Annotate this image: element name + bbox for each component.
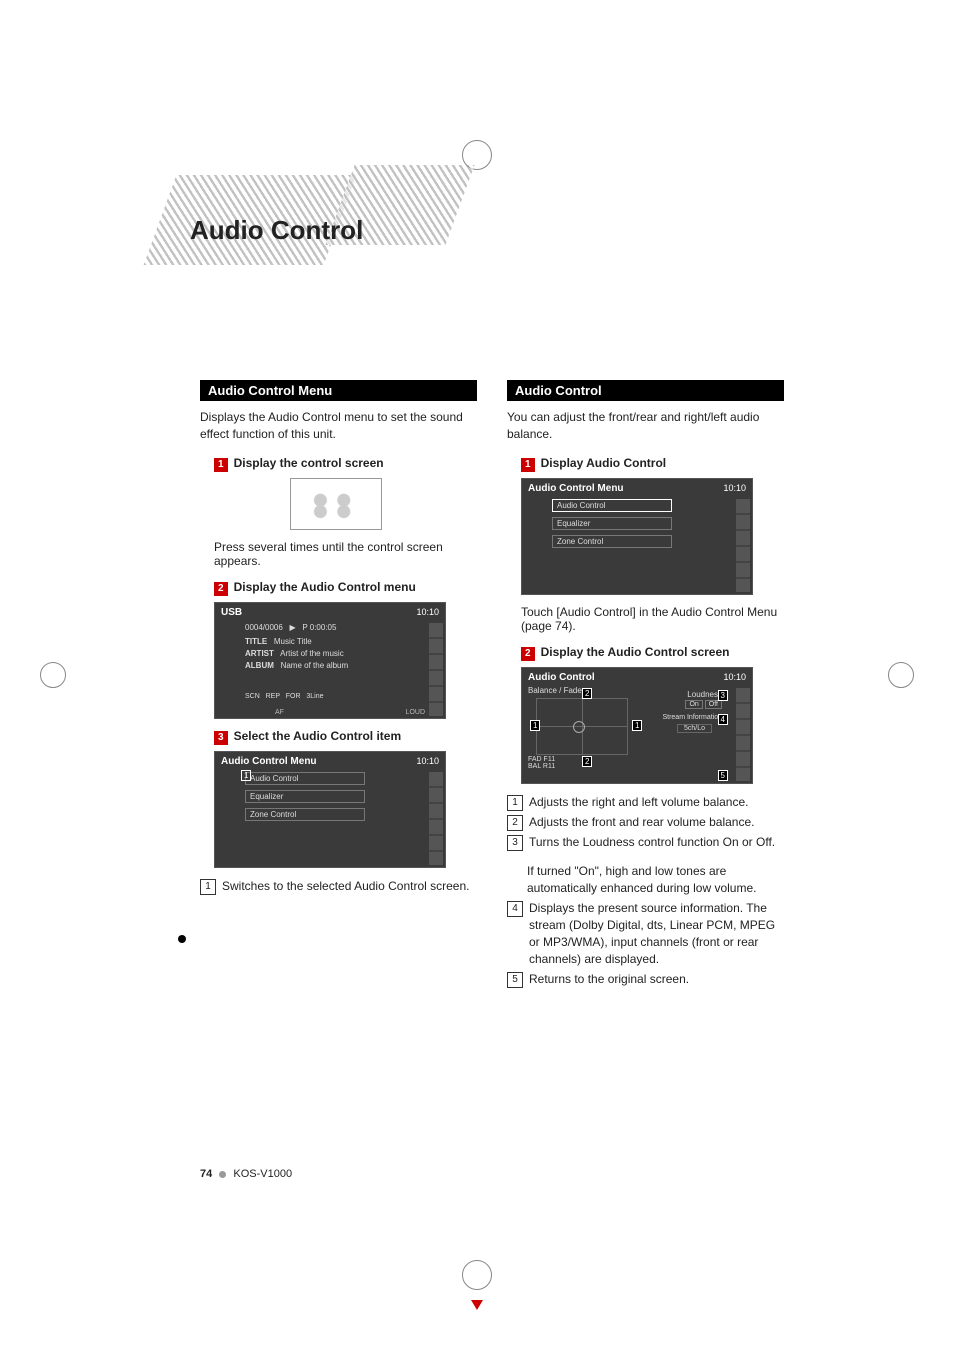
step-number: 1 bbox=[521, 458, 535, 472]
menu-item: Zone Control bbox=[552, 535, 672, 548]
callout-number: 4 bbox=[507, 901, 523, 917]
play-time: P 0:00:05 bbox=[302, 623, 336, 632]
step-3: 3 Select the Audio Control item bbox=[214, 729, 477, 745]
callout-marker: 3 bbox=[718, 690, 728, 701]
step-note: Touch [Audio Control] in the Audio Contr… bbox=[521, 605, 784, 633]
soft-button: REP bbox=[266, 693, 280, 700]
callout-marker: 1 bbox=[530, 720, 540, 731]
menu-item: Audio Control bbox=[245, 772, 365, 785]
field-label: TITLE bbox=[245, 637, 267, 646]
menu-item: Equalizer bbox=[552, 517, 672, 530]
field-value: Artist of the music bbox=[280, 649, 344, 658]
page-number: 74 bbox=[200, 1168, 212, 1180]
callout-note: If turned "On", high and low tones are a… bbox=[527, 863, 784, 897]
step-label: Display the Audio Control menu bbox=[234, 580, 416, 594]
menu-item: Zone Control bbox=[245, 808, 365, 821]
soft-button: FOR bbox=[286, 693, 301, 700]
model-name: KOS-V1000 bbox=[233, 1168, 292, 1180]
callout-item: 1 Switches to the selected Audio Control… bbox=[200, 878, 477, 895]
field-value: Name of the album bbox=[281, 661, 349, 670]
step-2: 2 Display the Audio Control menu bbox=[214, 580, 477, 596]
step-label: Select the Audio Control item bbox=[234, 729, 402, 743]
callout-number: 2 bbox=[507, 815, 523, 831]
loudness-off: Off bbox=[705, 700, 722, 709]
screen-time: 10:10 bbox=[723, 483, 746, 493]
loudness-on: On bbox=[685, 700, 702, 709]
right-column: Audio Control You can adjust the front/r… bbox=[507, 380, 784, 1000]
menu-screen-illustration: Audio Control Menu 10:10 Audio Control 1… bbox=[214, 751, 446, 868]
side-icons bbox=[429, 772, 443, 865]
callout-text: Returns to the original screen. bbox=[529, 971, 784, 988]
menu-item: Audio Control bbox=[552, 499, 672, 512]
subsection-header: Audio Control bbox=[507, 380, 784, 401]
callout-text: Displays the present source information.… bbox=[529, 900, 784, 967]
status-text: AF bbox=[275, 709, 284, 716]
step-number: 3 bbox=[214, 731, 228, 745]
subsection-header: Audio Control Menu bbox=[200, 380, 477, 401]
usb-screen-illustration: USB 10:10 0004/0006 ▶ P 0:00:05 TITLE Mu… bbox=[214, 602, 446, 719]
callout-marker: 2 bbox=[582, 688, 592, 699]
step-1: 1 Display the control screen bbox=[214, 456, 477, 472]
soft-button: 3Line bbox=[306, 693, 323, 700]
callout-marker: 1 bbox=[632, 720, 642, 731]
status-text: LOUD bbox=[406, 709, 425, 716]
screen-time: 10:10 bbox=[416, 607, 439, 617]
screen-time: 10:10 bbox=[416, 756, 439, 766]
subtitle: Balance / Fader bbox=[528, 686, 584, 695]
track-counter: 0004/0006 bbox=[245, 623, 283, 632]
step-note: Press several times until the control sc… bbox=[214, 540, 477, 568]
screen-title: USB bbox=[221, 607, 242, 618]
step-2: 2 Display the Audio Control screen bbox=[521, 645, 784, 661]
callout-number: 1 bbox=[507, 795, 523, 811]
callout-text: Adjusts the front and rear volume balanc… bbox=[529, 814, 784, 831]
page-footer: 74 KOS-V1000 bbox=[200, 1168, 292, 1180]
callout-item: 5 Returns to the original screen. bbox=[507, 971, 784, 988]
section-title: Audio Control bbox=[190, 215, 450, 246]
audio-control-screen-illustration: Audio Control 10:10 Balance / Fader FAD … bbox=[521, 667, 753, 784]
callout-text: Switches to the selected Audio Control s… bbox=[222, 878, 477, 895]
screen-time: 10:10 bbox=[723, 672, 746, 682]
step-number: 2 bbox=[521, 647, 535, 661]
callout-item: 3 Turns the Loudness control function On… bbox=[507, 834, 784, 851]
field-label: ARTIST bbox=[245, 649, 274, 658]
footer-bullet bbox=[219, 1171, 226, 1178]
status-text: FAD F11 BAL R11 bbox=[528, 756, 555, 770]
intro-text: You can adjust the front/rear and right/… bbox=[507, 409, 784, 444]
side-icons bbox=[736, 499, 750, 592]
menu-screen-illustration: Audio Control Menu 10:10 Audio Control E… bbox=[521, 478, 753, 595]
step-label: Display the control screen bbox=[234, 456, 384, 470]
callout-text: Adjusts the right and left volume balanc… bbox=[529, 794, 784, 811]
callout-number: 1 bbox=[200, 879, 216, 895]
callout-item: 1 Adjusts the right and left volume bala… bbox=[507, 794, 784, 811]
callout-number: 3 bbox=[507, 835, 523, 851]
margin-dot bbox=[178, 935, 186, 943]
callout-marker: 1 bbox=[241, 770, 251, 781]
intro-text: Displays the Audio Control menu to set t… bbox=[200, 409, 477, 444]
step-1: 1 Display Audio Control bbox=[521, 456, 784, 472]
screen-title: Audio Control Menu bbox=[528, 483, 624, 494]
callout-number: 5 bbox=[507, 972, 523, 988]
callout-text: Turns the Loudness control function On o… bbox=[529, 834, 784, 851]
callout-marker: 5 bbox=[718, 770, 728, 781]
field-value: Music Title bbox=[274, 637, 312, 646]
stream-value: 5ch/Lo bbox=[677, 724, 712, 733]
menu-item: Equalizer bbox=[245, 790, 365, 803]
stream-label: Stream Information bbox=[662, 714, 722, 721]
callout-item: 4 Displays the present source informatio… bbox=[507, 900, 784, 967]
screen-title: Audio Control Menu bbox=[221, 756, 317, 767]
screen-title: Audio Control bbox=[528, 672, 595, 683]
step-number: 2 bbox=[214, 582, 228, 596]
callout-marker: 2 bbox=[582, 756, 592, 767]
button-panel-illustration bbox=[290, 478, 382, 530]
side-icons bbox=[736, 688, 750, 781]
side-icons bbox=[429, 623, 443, 716]
left-column: Audio Control Menu Displays the Audio Co… bbox=[200, 380, 477, 1000]
callout-item: 2 Adjusts the front and rear volume bala… bbox=[507, 814, 784, 831]
step-number: 1 bbox=[214, 458, 228, 472]
step-label: Display Audio Control bbox=[541, 456, 667, 470]
soft-button: SCN bbox=[245, 693, 260, 700]
step-label: Display the Audio Control screen bbox=[541, 645, 730, 659]
field-label: ALBUM bbox=[245, 661, 274, 670]
callout-marker: 4 bbox=[718, 714, 728, 725]
